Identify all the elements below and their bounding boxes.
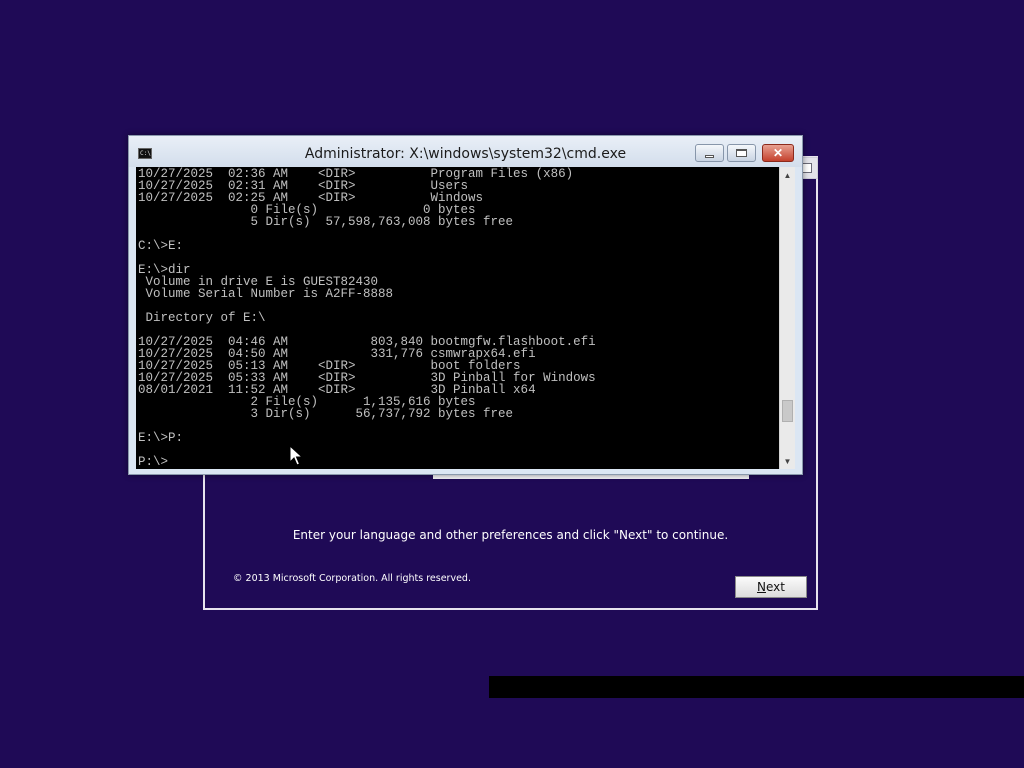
desktop: Enter your language and other preference… [0,0,1024,768]
console-line: E:\>P: [138,431,184,445]
scroll-up-icon[interactable]: ▲ [780,168,795,182]
setup-divider [433,475,749,479]
console-scrollbar[interactable]: ▲ ▼ [779,167,795,469]
console-lines: 10/27/2025 02:36 AM <DIR> Program Files … [138,168,596,469]
console-line: Directory of E:\ [138,311,266,325]
console-line: P:\> [138,455,169,469]
next-button[interactable]: Next [735,576,807,598]
setup-instructions: Enter your language and other preference… [292,528,729,542]
cmd-titlebar[interactable]: C:\ Administrator: X:\windows\system32\c… [129,136,802,167]
minimize-icon [705,154,714,158]
cmd-window: C:\ Administrator: X:\windows\system32\c… [128,135,803,475]
maximize-button[interactable] [727,144,756,162]
maximize-icon [736,149,747,157]
console-line: Volume Serial Number is A2FF-8888 [138,287,394,301]
mouse-pointer-icon [289,445,303,466]
minimize-button[interactable] [695,144,724,162]
console-line: 5 Dir(s) 57,598,763,008 bytes free [138,215,514,229]
close-button[interactable]: ✕ [762,144,794,162]
setup-copyright: © 2013 Microsoft Corporation. All rights… [233,573,471,584]
scroll-down-icon[interactable]: ▼ [780,454,795,468]
scroll-thumb[interactable] [782,400,793,422]
close-icon: ✕ [772,146,784,160]
console-line: 3 Dir(s) 56,737,792 bytes free [138,407,514,421]
console-output[interactable]: 10/27/2025 02:36 AM <DIR> Program Files … [136,167,779,469]
console-line: C:\>E: [138,239,184,253]
next-button-label-accelerator: N [757,580,766,594]
black-bar [489,676,1024,698]
next-button-label: ext [766,580,785,594]
